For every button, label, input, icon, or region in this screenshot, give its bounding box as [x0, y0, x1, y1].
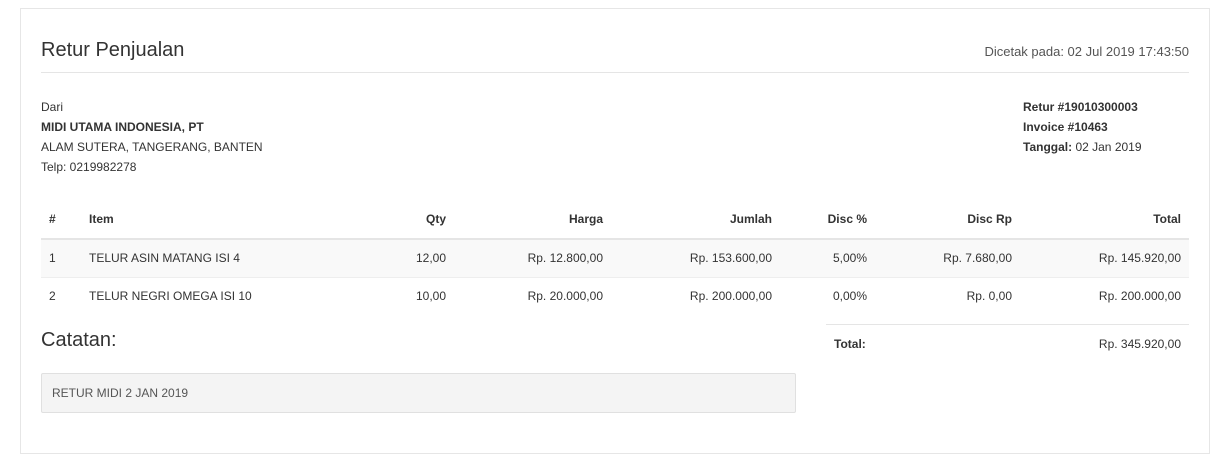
date-line: Tanggal: 02 Jan 2019	[1023, 137, 1189, 157]
row-item: TELUR NEGRI OMEGA ISI 10	[81, 276, 321, 315]
printed-timestamp: Dicetak pada: 02 Jul 2019 17:43:50	[984, 44, 1189, 59]
row-number: 2	[41, 276, 81, 315]
invoice-card: Retur Penjualan Dicetak pada: 02 Jul 201…	[20, 8, 1210, 454]
row-qty: 10,00	[321, 276, 454, 315]
row-total: Rp. 200.000,00	[1020, 276, 1189, 315]
table-row: 1 TELUR ASIN MATANG ISI 4 12,00 Rp. 12.8…	[41, 238, 1189, 277]
table-header-row: # Item Qty Harga Jumlah Disc % Disc Rp T…	[41, 199, 1189, 240]
col-harga: Harga	[454, 199, 611, 240]
company-name: MIDI UTAMA INDONESIA, PT	[41, 120, 204, 134]
grand-total-row: Total: Rp. 345.920,00	[826, 324, 1189, 364]
row-harga: Rp. 20.000,00	[454, 276, 611, 315]
row-harga: Rp. 12.800,00	[454, 238, 611, 277]
retur-number: Retur #19010300003	[1023, 100, 1138, 114]
row-jumlah: Rp. 200.000,00	[611, 276, 780, 315]
grand-total-value: Rp. 345.920,00	[1098, 337, 1181, 351]
row-jumlah: Rp. 153.600,00	[611, 238, 780, 277]
col-item: Item	[81, 199, 321, 240]
col-total: Total	[1020, 199, 1189, 240]
company-address: ALAM SUTERA, TANGERANG, BANTEN	[41, 140, 263, 154]
col-disc-percent: Disc %	[780, 199, 875, 240]
row-total: Rp. 145.920,00	[1020, 238, 1189, 277]
row-number: 1	[41, 238, 81, 277]
row-disc-rp: Rp. 7.680,00	[875, 238, 1020, 277]
row-disc-percent: 0,00%	[780, 276, 875, 315]
row-item: TELUR ASIN MATANG ISI 4	[81, 238, 321, 277]
reference-block: Retur #19010300003 Invoice #10463 Tangga…	[1023, 97, 1189, 157]
notes-title: Catatan:	[41, 329, 117, 351]
from-block: Dari MIDI UTAMA INDONESIA, PT ALAM SUTER…	[41, 97, 263, 177]
row-qty: 12,00	[321, 238, 454, 277]
page-title: Retur Penjualan	[41, 39, 185, 61]
grand-total-label: Total:	[834, 337, 866, 351]
col-qty: Qty	[321, 199, 454, 240]
row-disc-rp: Rp. 0,00	[875, 276, 1020, 315]
col-number: #	[41, 199, 81, 240]
page-header: Retur Penjualan Dicetak pada: 02 Jul 201…	[41, 39, 1189, 73]
company-phone: Telp: 0219982278	[41, 160, 137, 174]
from-label: Dari	[41, 100, 64, 114]
invoice-number: Invoice #10463	[1023, 120, 1108, 134]
notes-box: RETUR MIDI 2 JAN 2019	[41, 373, 796, 413]
date-value: 02 Jan 2019	[1075, 140, 1142, 154]
row-disc-percent: 5,00%	[780, 238, 875, 277]
items-table: # Item Qty Harga Jumlah Disc % Disc Rp T…	[41, 199, 1189, 315]
date-label: Tanggal:	[1023, 140, 1073, 154]
table-row: 2 TELUR NEGRI OMEGA ISI 10 10,00 Rp. 20.…	[41, 276, 1189, 315]
col-disc-rp: Disc Rp	[875, 199, 1020, 240]
col-jumlah: Jumlah	[611, 199, 780, 240]
